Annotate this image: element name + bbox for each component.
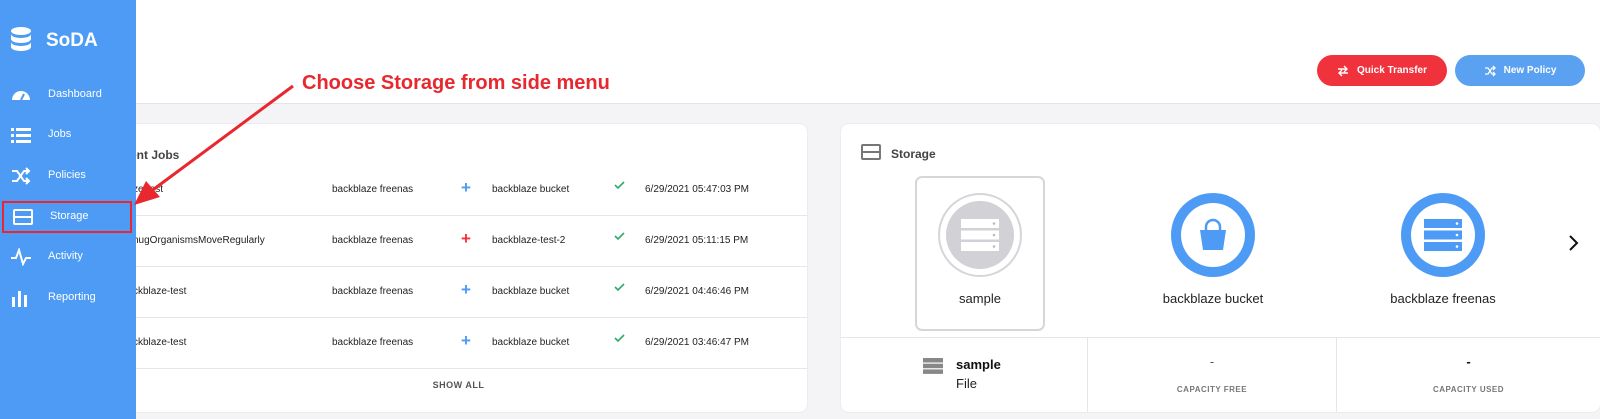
capacity-free: - CAPACITY FREE: [1088, 338, 1337, 412]
check-icon: [614, 181, 625, 193]
selected-storage-name: sample: [956, 357, 1001, 372]
sidebar-item-storage[interactable]: Storage: [2, 201, 132, 233]
capacity-free-value: -: [1209, 354, 1215, 369]
job-source: backblaze freenas: [332, 337, 414, 348]
capacity-used: - CAPACITY USED: [1337, 338, 1600, 412]
plus-icon: +: [461, 178, 471, 197]
top-header: A Quick Transfer New Policy: [0, 0, 1600, 104]
server-icon: [923, 358, 943, 374]
sidebar-item-activity[interactable]: Activity: [0, 241, 136, 273]
job-time: 6/29/2021 05:11:15 PM: [645, 235, 749, 246]
table-row[interactable]: ckblaze-test backblaze freenas + backbla…: [110, 267, 807, 318]
capacity-used-label: CAPACITY USED: [1432, 385, 1505, 394]
sidebar-item-label: Activity: [48, 250, 83, 262]
job-destination: backblaze bucket: [492, 184, 570, 195]
sidebar-item-label: Dashboard: [48, 88, 102, 100]
job-name: ckblaze-test: [133, 337, 187, 348]
storage-tile-backblaze-freenas[interactable]: backblaze freenas: [1378, 176, 1508, 331]
job-source: backblaze freenas: [332, 235, 414, 246]
new-policy-label: New Policy: [1503, 65, 1557, 76]
storage-details: sample File - CAPACITY FREE - CAPACITY U…: [841, 337, 1600, 412]
capacity-used-value: -: [1466, 354, 1471, 369]
sidebar-item-label: Policies: [48, 169, 86, 181]
job-name: hugOrganismsMoveRegularly: [133, 235, 265, 246]
bucket-icon: [1200, 218, 1226, 250]
selected-storage-info: sample File: [841, 338, 1088, 412]
tile-circle: [1401, 193, 1485, 277]
shuffle-icon: [12, 167, 31, 185]
show-all-link[interactable]: SHOW ALL: [110, 380, 807, 390]
plus-icon: +: [461, 229, 471, 248]
new-policy-button[interactable]: New Policy: [1455, 55, 1585, 86]
sidebar-item-label: Reporting: [48, 291, 96, 303]
chevron-right-icon[interactable]: [1568, 234, 1580, 252]
server-icon: [1424, 219, 1462, 251]
brand[interactable]: SoDA: [10, 26, 98, 56]
database-icon: [11, 27, 31, 51]
plus-icon: +: [461, 280, 471, 299]
storage-icon: [861, 144, 881, 160]
quick-transfer-label: Quick Transfer: [1356, 65, 1428, 76]
job-destination: backblaze bucket: [492, 337, 570, 348]
capacity-free-label: CAPACITY FREE: [1176, 385, 1248, 394]
sidebar-item-policies[interactable]: Policies: [0, 160, 136, 192]
job-time: 6/29/2021 05:47:03 PM: [645, 184, 749, 195]
tile-circle: [1171, 193, 1255, 277]
job-name: ckblaze-test: [133, 286, 187, 297]
pulse-icon: [11, 248, 31, 266]
sidebar-item-label: Storage: [50, 210, 89, 222]
sidebar-item-reporting[interactable]: Reporting: [0, 282, 136, 314]
recent-jobs-card: ent Jobs ze-test backblaze freenas + bac…: [110, 124, 807, 412]
sidebar-item-dashboard[interactable]: Dashboard: [0, 79, 136, 111]
selected-storage-type: File: [956, 376, 977, 391]
check-icon: [614, 232, 625, 244]
storage-icon: [13, 209, 33, 225]
storage-tile-backblaze-bucket[interactable]: backblaze bucket: [1148, 176, 1278, 331]
storage-card: Storage sample backblaze bucket backblaz…: [841, 124, 1600, 412]
job-time: 6/29/2021 03:46:47 PM: [645, 337, 749, 348]
bar-chart-icon: [12, 291, 27, 307]
brand-name: SoDA: [46, 30, 98, 51]
sidebar: SoDA Dashboard Jobs Policies Storage Act…: [0, 0, 136, 419]
job-name: ze-test: [133, 184, 164, 195]
check-icon: [614, 334, 625, 346]
recent-jobs-title: ent Jobs: [130, 148, 180, 162]
table-row[interactable]: hugOrganismsMoveRegularly backblaze free…: [110, 216, 807, 267]
job-time: 6/29/2021 04:46:46 PM: [645, 286, 749, 297]
check-icon: [614, 283, 625, 295]
storage-title: Storage: [891, 147, 936, 161]
transfer-icon: [1337, 65, 1348, 76]
sidebar-item-label: Jobs: [48, 128, 72, 140]
storage-tile-sample[interactable]: sample: [915, 176, 1045, 331]
server-icon: [961, 219, 999, 251]
sidebar-item-jobs[interactable]: Jobs: [0, 119, 136, 151]
annotation-text: Choose Storage from side menu: [302, 72, 610, 94]
tile-label: sample: [959, 291, 1001, 306]
tile-circle: [938, 193, 1022, 277]
tile-label: backblaze bucket: [1162, 291, 1264, 306]
shuffle-icon: [1484, 65, 1496, 76]
gauge-icon: [12, 91, 30, 101]
job-destination: backblaze-test-2: [492, 235, 566, 246]
quick-transfer-button[interactable]: Quick Transfer: [1317, 55, 1447, 86]
job-source: backblaze freenas: [332, 184, 414, 195]
table-row[interactable]: ze-test backblaze freenas + backblaze bu…: [110, 165, 807, 216]
tile-label: backblaze freenas: [1390, 291, 1496, 306]
table-row[interactable]: ckblaze-test backblaze freenas + backbla…: [110, 318, 807, 369]
job-destination: backblaze bucket: [492, 286, 570, 297]
plus-icon: +: [461, 331, 471, 350]
job-source: backblaze freenas: [332, 286, 414, 297]
list-icon: [11, 128, 31, 143]
